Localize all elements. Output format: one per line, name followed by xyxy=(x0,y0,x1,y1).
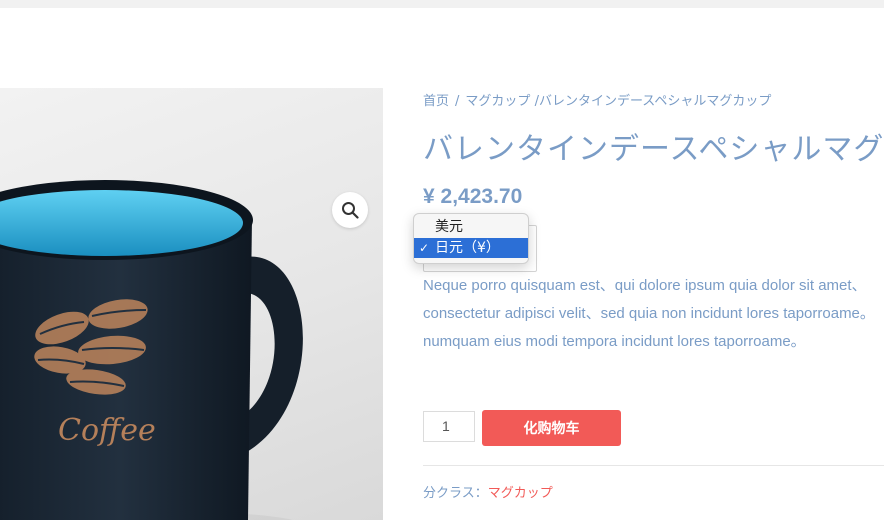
product-title: バレンタインデースペシャルマグ xyxy=(423,132,884,167)
breadcrumb-home[interactable]: 首页 xyxy=(423,94,449,109)
product-image: Coffee xyxy=(0,88,383,520)
currency-option-label: 美元 xyxy=(435,219,463,235)
zoom-button[interactable] xyxy=(332,192,368,228)
breadcrumb-category[interactable]: マグカップ xyxy=(465,94,530,109)
breadcrumb: 首页 / マグカップ /バレンタインデースペシャルマグカップ xyxy=(423,90,771,109)
checkmark-icon: ✓ xyxy=(419,241,430,255)
category-link[interactable]: マグカップ xyxy=(488,486,553,501)
product-description: Neque porro quisquam est、qui dolore ipsu… xyxy=(423,277,875,350)
top-header-strip xyxy=(0,0,884,8)
category-label: 分クラス： xyxy=(423,486,488,501)
currency-option-label: 日元（¥） xyxy=(435,240,500,256)
divider xyxy=(423,465,884,466)
quantity-input[interactable]: 1 xyxy=(423,411,475,442)
currency-dropdown-menu: 美元 ✓ 日元（¥） xyxy=(413,213,529,264)
mug-coffee-text: Coffee xyxy=(58,413,156,448)
breadcrumb-separator: / xyxy=(455,94,460,109)
currency-option-usd[interactable]: 美元 xyxy=(414,217,528,237)
product-price: ¥ 2,423.70 xyxy=(423,185,523,208)
breadcrumb-current: /バレンタインデースペシャルマグカップ xyxy=(534,94,772,109)
product-meta: 分クラス：マグカップ xyxy=(423,482,553,501)
coffee-mug-illustration: Coffee xyxy=(0,180,303,520)
currency-option-jpy[interactable]: ✓ 日元（¥） xyxy=(414,238,528,258)
add-to-cart-button[interactable]: 化购物车 xyxy=(482,410,621,446)
magnifier-icon xyxy=(342,202,359,219)
